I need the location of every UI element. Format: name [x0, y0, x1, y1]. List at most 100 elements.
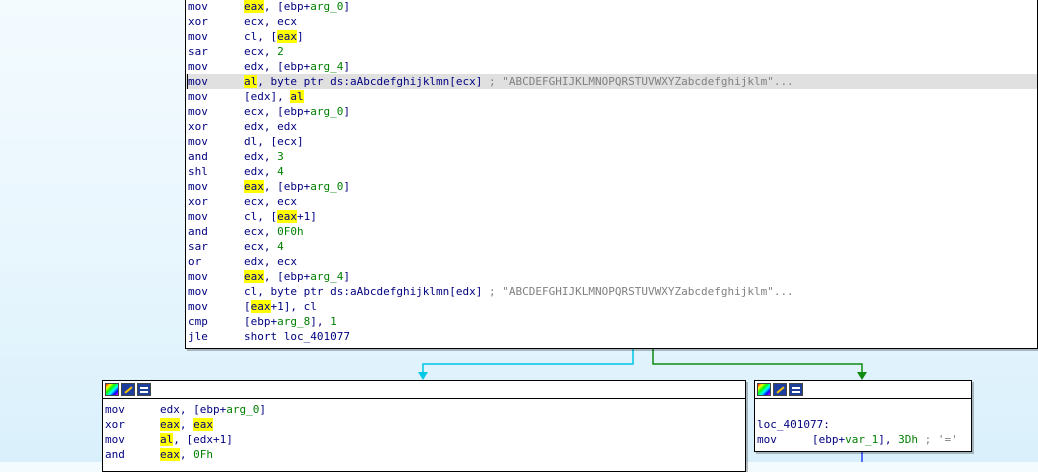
graph-overview-icon[interactable] [105, 383, 119, 396]
code-block-main[interactable]: mov eax, [ebp+arg_0] xor ecx, ecx mov cl, [ea… [185, 0, 1038, 349]
asm-line[interactable]: xor ecx, ecx [186, 14, 1037, 29]
highlighted-register[interactable]: eax [160, 448, 180, 461]
asm-operands: [ebp+var_1], 3Dh ; '=' [812, 432, 958, 447]
asm-line[interactable]: xor edx, edx [186, 119, 1037, 134]
asm-token: arg_0 [310, 180, 344, 193]
asm-line[interactable]: mov ecx, [ebp+arg_0] [186, 104, 1037, 119]
asm-line[interactable]: sar ecx, 2 [186, 44, 1037, 59]
asm-token: arg_0 [226, 403, 260, 416]
edit-node-icon[interactable] [121, 383, 135, 396]
asm-line[interactable]: mov eax, [ebp+arg_4] [186, 269, 1037, 284]
asm-mnemonic: sar [188, 45, 208, 58]
asm-operands: ecx, 4 [244, 239, 284, 254]
asm-line[interactable]: jle short loc_401077 [186, 329, 1037, 344]
xref-list-icon[interactable] [789, 383, 803, 396]
highlighted-register[interactable]: eax [250, 300, 271, 313]
asm-token: edx, [ebp+ [160, 403, 227, 416]
asm-line[interactable]: and ecx, 0F0h [186, 224, 1037, 239]
asm-line[interactable]: mov [eax+1], cl [186, 299, 1037, 314]
asm-line[interactable]: xor eax, eax [103, 417, 745, 432]
highlighted-register[interactable]: eax [160, 418, 180, 431]
xref-list-icon[interactable] [137, 383, 151, 396]
asm-comment: ; "ABCDEFGHIJKLMNOPQRSTUVWXYZabcdefghijk… [489, 285, 794, 298]
highlighted-register[interactable]: al [244, 75, 258, 88]
asm-line[interactable]: shl edx, 4 [186, 164, 1037, 179]
asm-token: , byte ptr ds:aAbcdefghijklmn[ecx] [257, 75, 490, 88]
highlighted-register[interactable]: al [290, 90, 304, 103]
highlighted-register[interactable]: eax [244, 0, 264, 13]
highlighted-register[interactable]: eax [277, 210, 297, 223]
asm-mnemonic: and [188, 150, 208, 163]
asm-token: ecx, ecx [244, 15, 297, 28]
block-header-right [755, 381, 971, 399]
asm-line[interactable]: mov al, byte ptr ds:aAbcdefghijklmn[ecx] … [186, 74, 1037, 89]
asm-token: ] [343, 60, 350, 73]
asm-token: 0Fh [193, 448, 213, 461]
highlighted-register[interactable]: eax [193, 418, 213, 431]
asm-line[interactable]: and edx, 3 [186, 149, 1037, 164]
asm-line[interactable]: mov al, [edx+1] [103, 432, 745, 447]
asm-line[interactable]: mov dl, [ecx] [186, 134, 1037, 149]
edit-node-icon[interactable] [773, 383, 787, 396]
asm-token: [edx], [244, 90, 291, 103]
asm-line[interactable]: or edx, ecx [186, 254, 1037, 269]
asm-operands: edx, edx [244, 119, 297, 134]
asm-token: 4 [277, 165, 284, 178]
asm-operands: edx, [ebp+arg_4] [244, 59, 350, 74]
asm-mnemonic: mov [757, 433, 777, 446]
asm-mnemonic: mov [105, 433, 125, 446]
asm-line[interactable]: mov [edx], al [186, 89, 1037, 104]
left-block-lines: mov edx, [ebp+arg_0] xor eax, eax mov al, [ed… [103, 399, 745, 462]
highlighted-register[interactable]: eax [277, 30, 297, 43]
asm-line[interactable]: xor ecx, ecx [186, 194, 1037, 209]
asm-line[interactable]: mov cl, [eax] [186, 29, 1037, 44]
highlighted-register[interactable]: al [160, 433, 174, 446]
asm-token: 3Dh [898, 433, 918, 446]
asm-token: edx, edx [244, 120, 297, 133]
asm-token: ecx, ecx [244, 195, 297, 208]
asm-mnemonic: mov [105, 403, 125, 416]
asm-token: 1 [330, 315, 337, 328]
asm-token: ] [343, 270, 350, 283]
asm-mnemonic: and [188, 225, 208, 238]
asm-line[interactable]: mov cl, byte ptr ds:aAbcdefghijklmn[edx] … [186, 284, 1037, 299]
asm-mnemonic: mov [188, 0, 208, 13]
edge-false-branch [422, 348, 634, 374]
asm-operands: edx, 4 [244, 164, 284, 179]
asm-operands: al, byte ptr ds:aAbcdefghijklmn[ecx] ; "… [244, 74, 794, 89]
block-header-left [103, 381, 745, 399]
asm-mnemonic: mov [188, 75, 208, 88]
highlighted-register[interactable]: eax [244, 180, 264, 193]
asm-operands: dl, [ecx] [244, 134, 304, 149]
asm-mnemonic: xor [188, 15, 208, 28]
graph-overview-icon[interactable] [757, 383, 771, 396]
highlighted-register[interactable]: eax [244, 270, 264, 283]
asm-mnemonic: mov [188, 30, 208, 43]
asm-line[interactable]: mov eax, [ebp+arg_0] [186, 0, 1037, 14]
asm-operands: ecx, 2 [244, 44, 284, 59]
asm-mnemonic: mov [188, 135, 208, 148]
asm-token: ecx, [ebp+ [244, 105, 311, 118]
asm-operands: edx, [ebp+arg_0] [160, 402, 266, 417]
asm-operands: [edx], al [244, 89, 304, 104]
asm-mnemonic: jle [188, 330, 208, 343]
asm-token: edx, [244, 165, 278, 178]
asm-token: ], [878, 433, 899, 446]
asm-token: 3 [277, 150, 284, 163]
asm-mnemonic: mov [188, 210, 208, 223]
asm-operands: short loc_401077 [244, 329, 350, 344]
asm-token: ecx, [244, 240, 278, 253]
asm-line[interactable]: mov edx, [ebp+arg_0] [103, 402, 745, 417]
asm-token: [ [244, 300, 251, 313]
asm-line[interactable]: cmp [ebp+arg_8], 1 [186, 314, 1037, 329]
asm-line[interactable]: mov cl, [eax+1] [186, 209, 1037, 224]
asm-line[interactable]: mov edx, [ebp+arg_4] [186, 59, 1037, 74]
right-block-lines: mov [ebp+var_1], 3Dh ; '=' [755, 432, 971, 447]
asm-line[interactable]: mov [ebp+var_1], 3Dh ; '=' [755, 432, 971, 447]
asm-line[interactable]: and eax, 0Fh [103, 447, 745, 462]
asm-line[interactable]: sar ecx, 4 [186, 239, 1037, 254]
edge-true-branch [652, 348, 863, 374]
code-block-false-branch[interactable]: mov edx, [ebp+arg_0] xor eax, eax mov al, [ed… [102, 380, 746, 472]
code-block-loc-401077[interactable]: loc_401077: mov [ebp+var_1], 3Dh ; '=' [754, 380, 972, 452]
asm-line[interactable]: mov eax, [ebp+arg_0] [186, 179, 1037, 194]
